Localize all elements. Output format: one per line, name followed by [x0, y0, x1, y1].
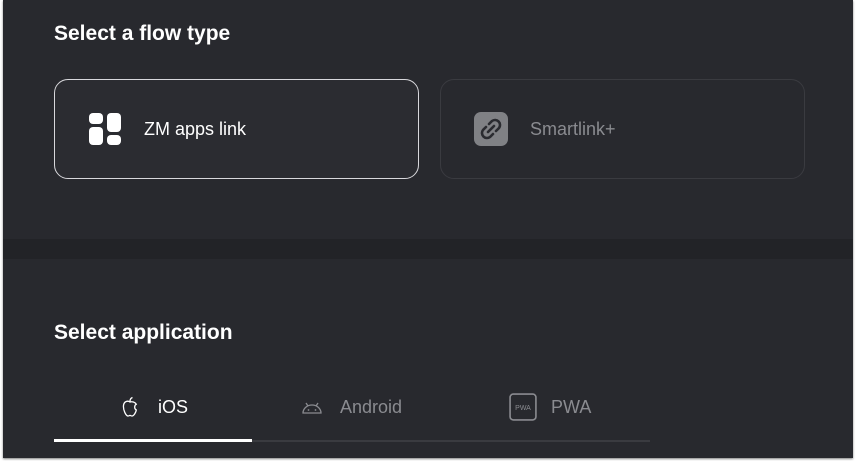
- active-tab-indicator: [54, 439, 252, 442]
- flow-option-smartlink[interactable]: Smartlink+: [440, 79, 805, 179]
- android-icon: [302, 402, 322, 414]
- tab-label: Android: [340, 396, 403, 417]
- flow-option-label: Smartlink+: [530, 118, 616, 139]
- flow-settings-panel: Select a flow type ZM apps link Smartlin…: [3, 0, 853, 458]
- tab-ios[interactable]: iOS: [118, 387, 188, 427]
- flow-type-heading: Select a flow type: [54, 22, 231, 45]
- apps-grid-icon: [89, 113, 121, 145]
- tab-android[interactable]: Android: [300, 387, 402, 427]
- flow-option-zm-apps-link[interactable]: ZM apps link: [54, 79, 419, 179]
- tab-label: iOS: [158, 396, 189, 417]
- link-icon: [474, 112, 508, 146]
- pwa-icon: PWA: [509, 393, 537, 421]
- svg-text:PWA: PWA: [515, 405, 531, 412]
- application-heading: Select application: [54, 321, 233, 344]
- section-divider: [3, 239, 853, 259]
- tab-label: PWA: [551, 396, 592, 417]
- flow-option-label: ZM apps link: [144, 118, 247, 139]
- tab-pwa[interactable]: PWA PWA: [509, 387, 591, 427]
- apple-icon: [122, 396, 138, 417]
- platform-tabs: iOS Android PWA PWA: [54, 387, 650, 442]
